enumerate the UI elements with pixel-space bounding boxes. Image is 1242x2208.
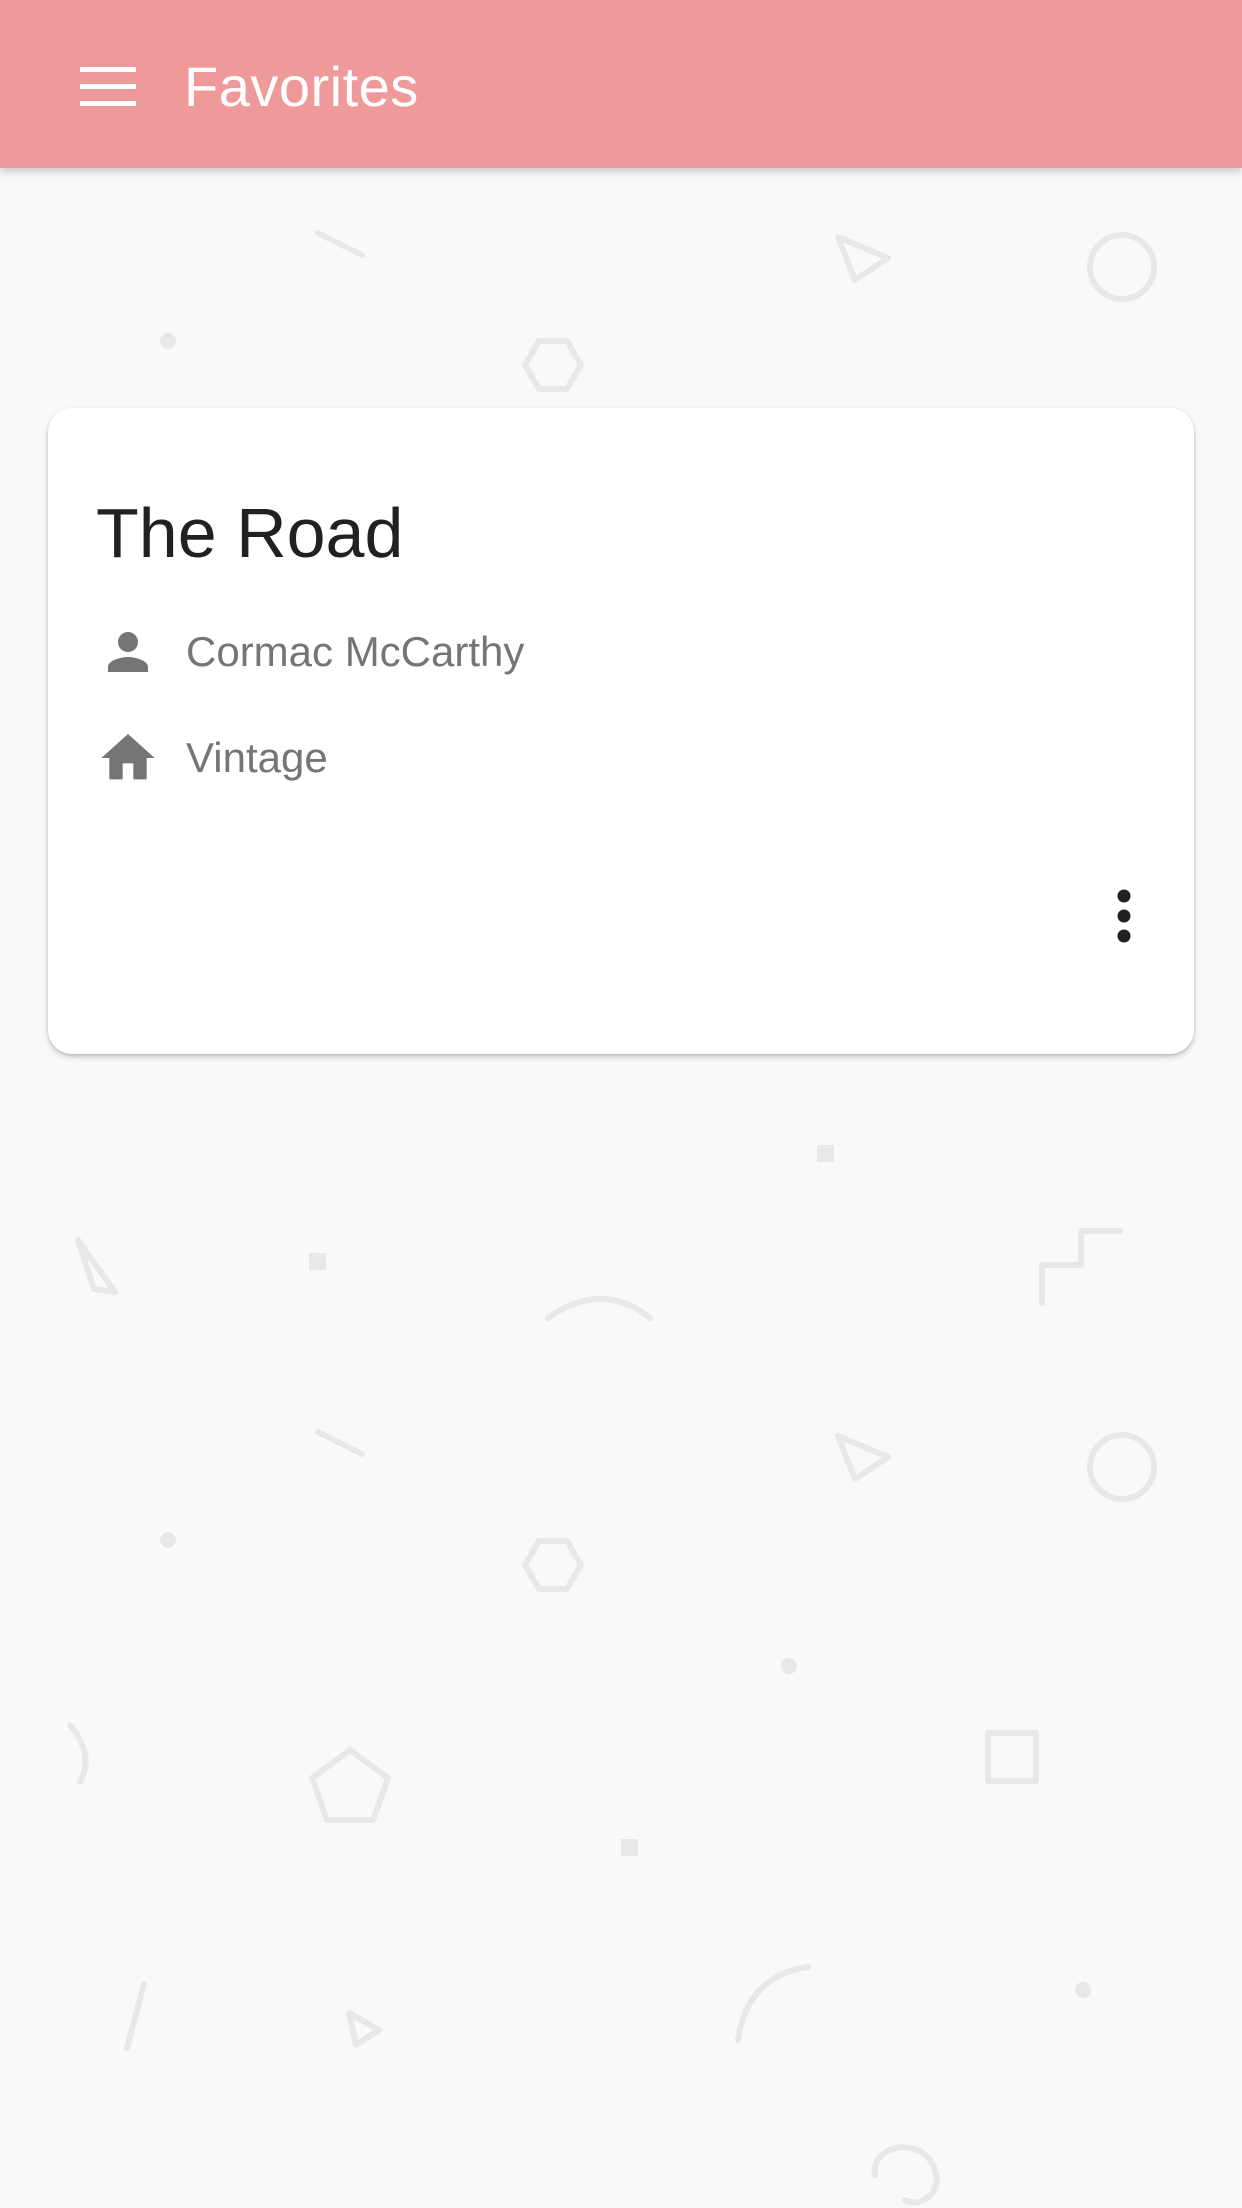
hamburger-menu-icon — [80, 67, 136, 106]
publisher-name: Vintage — [186, 734, 328, 781]
app-title: Favorites — [184, 55, 419, 118]
publisher-row: Vintage — [96, 726, 328, 790]
person-icon — [96, 620, 160, 684]
more-options-button[interactable] — [1094, 874, 1154, 958]
home-icon — [96, 726, 160, 790]
book-card[interactable]: The Road Cormac McCarthy Vintage — [48, 408, 1194, 1054]
book-title: The Road — [96, 494, 404, 572]
more-vert-icon — [1117, 889, 1131, 943]
menu-button[interactable] — [60, 44, 156, 130]
app-bar: Favorites — [0, 0, 1242, 168]
author-name: Cormac McCarthy — [186, 628, 525, 675]
favorites-screen: Favorites The Road Cormac McCarthy Vinta… — [0, 0, 1242, 2208]
background-pattern — [67, 230, 1157, 2206]
author-row: Cormac McCarthy — [96, 620, 524, 684]
